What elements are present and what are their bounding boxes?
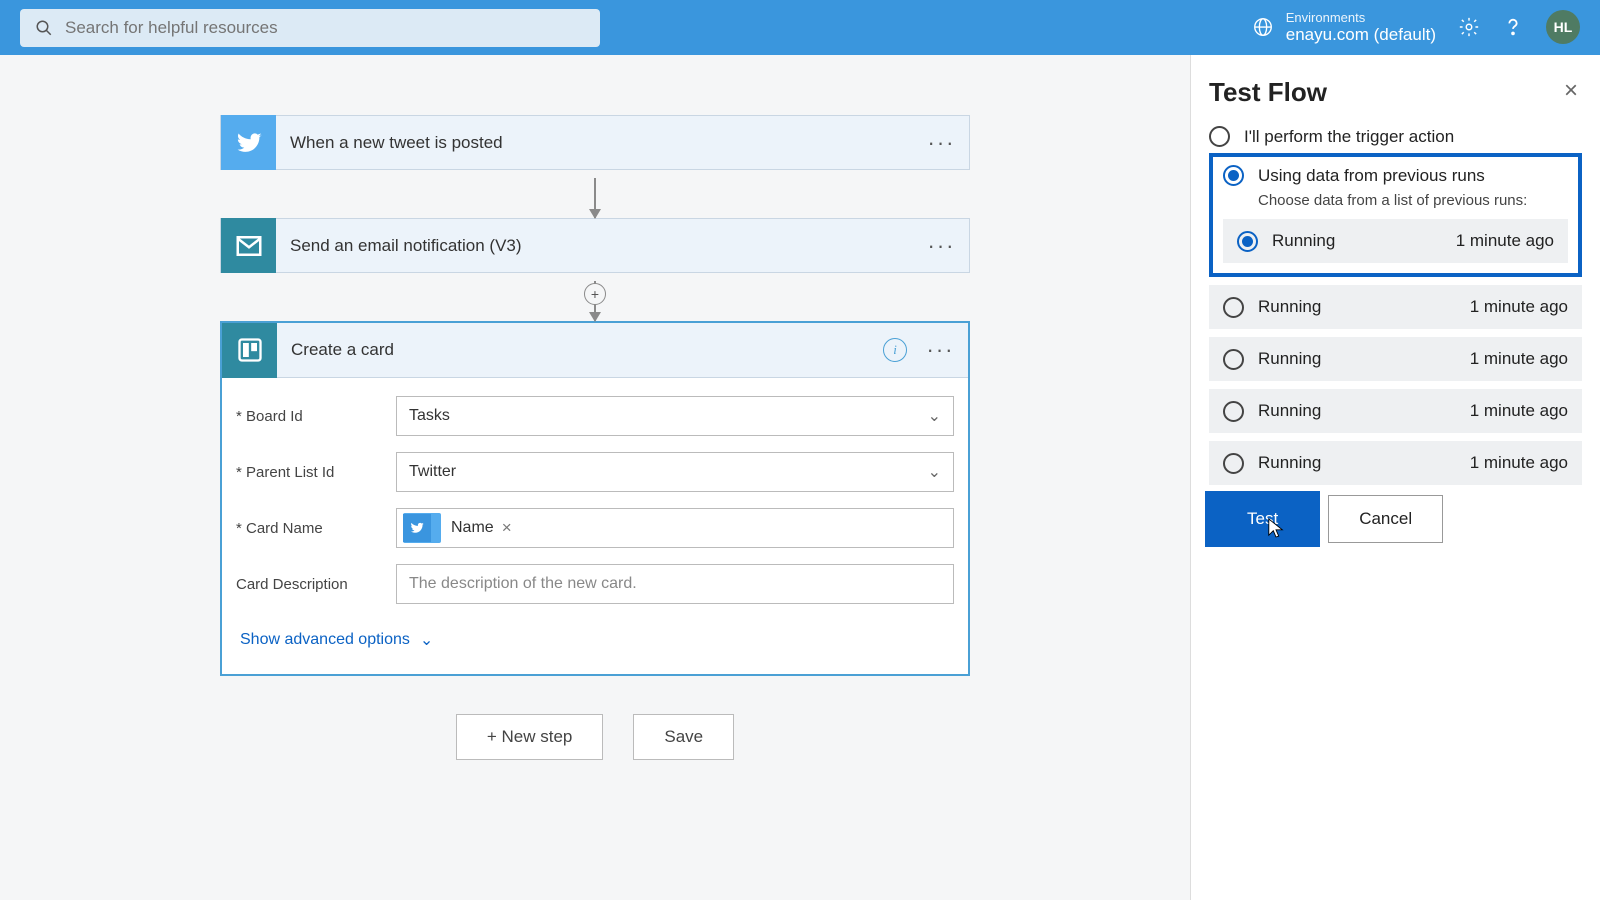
remove-token-button[interactable]: ×	[502, 518, 512, 538]
info-icon[interactable]: i	[883, 338, 907, 362]
radio-icon	[1223, 349, 1244, 370]
run-time: 1 minute ago	[1470, 349, 1568, 369]
panel-title: Test Flow	[1209, 77, 1582, 108]
env-value: enayu.com (default)	[1286, 25, 1436, 45]
run-item[interactable]: Running 1 minute ago	[1209, 441, 1582, 485]
settings-button[interactable]	[1458, 16, 1480, 38]
radio-icon	[1223, 453, 1244, 474]
step-title: When a new tweet is posted	[276, 133, 914, 153]
run-status: Running	[1258, 349, 1321, 369]
card-desc-label: Card Description	[236, 576, 396, 593]
radio-icon	[1223, 401, 1244, 422]
card-desc-placeholder: The description of the new card.	[409, 575, 637, 593]
parent-list-select[interactable]: Twitter ⌄	[396, 452, 954, 492]
chevron-down-icon: ⌄	[928, 462, 941, 482]
board-id-select[interactable]: Tasks ⌄	[396, 396, 954, 436]
option-subtext: Choose data from a list of previous runs…	[1258, 192, 1568, 209]
parent-list-value: Twitter	[409, 463, 456, 481]
step-menu-button[interactable]: ···	[913, 337, 968, 363]
mail-icon	[221, 218, 276, 273]
step-title: Create a card	[277, 340, 883, 360]
run-time: 1 minute ago	[1470, 297, 1568, 317]
board-id-value: Tasks	[409, 407, 450, 425]
step-menu-button[interactable]: ···	[914, 130, 969, 156]
run-status: Running	[1258, 453, 1321, 473]
test-button[interactable]: Test	[1209, 495, 1316, 543]
save-button[interactable]: Save	[633, 714, 734, 760]
header-right: Environments enayu.com (default) HL	[1252, 10, 1580, 46]
advanced-label: Show advanced options	[240, 631, 410, 649]
trello-icon	[222, 323, 277, 378]
token-label: Name	[451, 519, 494, 537]
card-name-label: * Card Name	[236, 520, 396, 537]
avatar[interactable]: HL	[1546, 10, 1580, 44]
run-item[interactable]: Running 1 minute ago	[1209, 337, 1582, 381]
gear-icon	[1458, 16, 1480, 38]
twitter-icon	[403, 514, 431, 542]
run-status: Running	[1258, 297, 1321, 317]
search-box[interactable]	[20, 9, 600, 47]
option-label: Using data from previous runs	[1258, 166, 1485, 186]
env-label: Environments	[1286, 10, 1436, 26]
help-icon	[1502, 16, 1524, 38]
search-input[interactable]	[65, 18, 585, 38]
dynamic-token[interactable]	[403, 513, 441, 543]
run-status: Running	[1258, 401, 1321, 421]
run-time: 1 minute ago	[1456, 231, 1554, 251]
connector-plus: +	[220, 273, 970, 321]
add-step-icon[interactable]: +	[584, 283, 606, 305]
help-button[interactable]	[1502, 16, 1524, 38]
card-desc-input[interactable]: The description of the new card.	[396, 564, 954, 604]
radio-icon	[1237, 231, 1258, 252]
canvas-footer: + New step Save	[220, 714, 970, 760]
twitter-icon	[221, 115, 276, 170]
radio-icon	[1223, 165, 1244, 186]
test-flow-panel: Test Flow × I'll perform the trigger act…	[1190, 55, 1600, 900]
environment-picker[interactable]: Environments enayu.com (default)	[1252, 10, 1436, 46]
new-step-button[interactable]: + New step	[456, 714, 604, 760]
close-button[interactable]: ×	[1564, 77, 1578, 105]
show-advanced-toggle[interactable]: Show advanced options ⌄	[236, 620, 954, 664]
trigger-step[interactable]: When a new tweet is posted ···	[220, 115, 970, 170]
step-title: Send an email notification (V3)	[276, 236, 914, 256]
radio-icon	[1223, 297, 1244, 318]
board-id-label: * Board Id	[236, 408, 396, 425]
card-name-input[interactable]: Name ×	[396, 508, 954, 548]
card-header[interactable]: Create a card i ···	[222, 323, 968, 378]
parent-list-label: * Parent List Id	[236, 464, 396, 481]
chevron-down-icon: ⌄	[928, 406, 941, 426]
cancel-button[interactable]: Cancel	[1328, 495, 1443, 543]
run-item[interactable]: Running 1 minute ago	[1209, 389, 1582, 433]
option-previous-runs[interactable]: Using data from previous runs	[1223, 165, 1568, 186]
connector	[220, 170, 970, 218]
run-item[interactable]: Running 1 minute ago	[1223, 219, 1568, 263]
run-time: 1 minute ago	[1470, 453, 1568, 473]
action-step-trello: Create a card i ··· * Board Id Tasks ⌄ *…	[220, 321, 970, 676]
run-item[interactable]: Running 1 minute ago	[1209, 285, 1582, 329]
chevron-down-icon: ⌄	[420, 630, 433, 650]
option-perform-trigger[interactable]: I'll perform the trigger action	[1209, 126, 1582, 147]
step-menu-button[interactable]: ···	[914, 233, 969, 259]
run-time: 1 minute ago	[1470, 401, 1568, 421]
action-step-email[interactable]: Send an email notification (V3) ···	[220, 218, 970, 273]
app-header: Environments enayu.com (default) HL	[0, 0, 1600, 55]
flow-canvas: When a new tweet is posted ··· Send an e…	[0, 55, 1190, 900]
highlighted-section: Using data from previous runs Choose dat…	[1209, 153, 1582, 277]
radio-icon	[1209, 126, 1230, 147]
environment-icon	[1252, 16, 1274, 38]
option-label: I'll perform the trigger action	[1244, 127, 1454, 147]
search-icon	[35, 19, 53, 37]
run-status: Running	[1272, 231, 1335, 251]
